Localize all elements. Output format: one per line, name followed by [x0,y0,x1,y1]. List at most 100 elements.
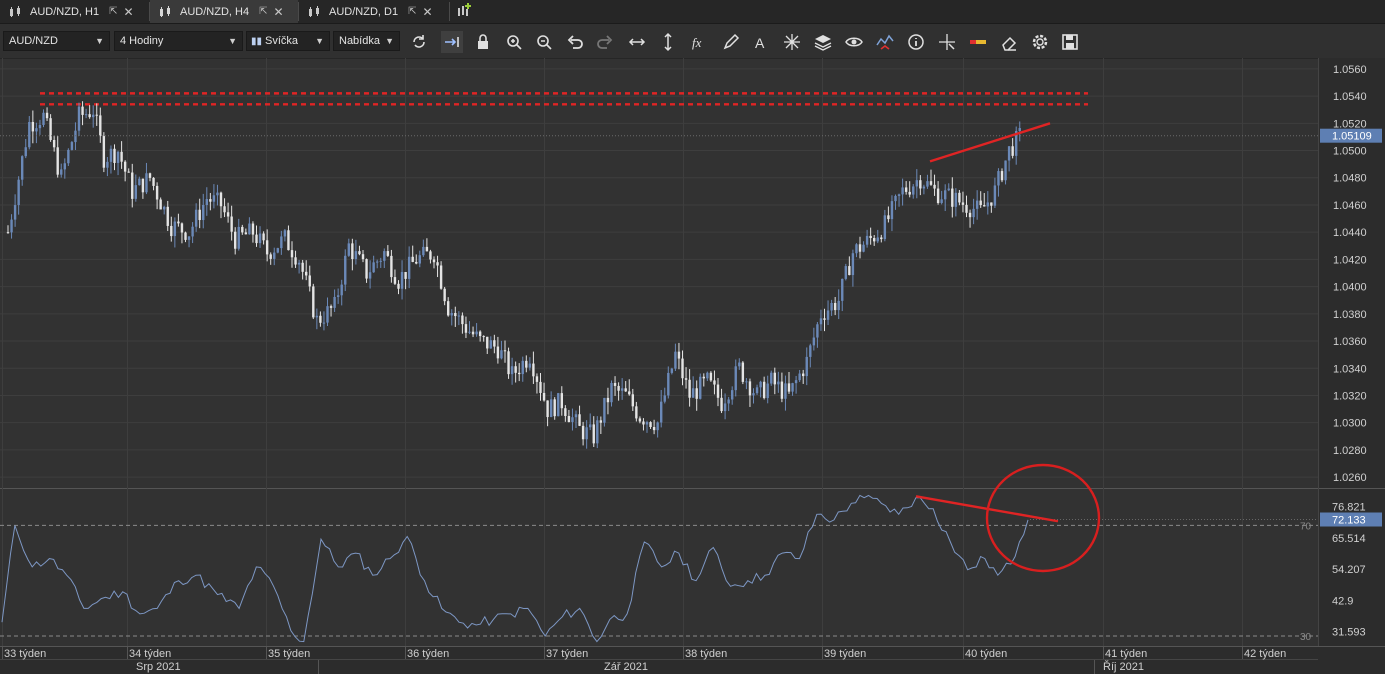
candle-body [415,261,418,264]
close-icon[interactable]: ✕ [273,5,283,19]
candle-body [109,148,113,162]
candle-body [1011,146,1014,156]
candle-body [716,384,720,398]
candle-body [880,237,883,240]
refresh-icon[interactable] [408,31,430,53]
popout-icon[interactable]: ⇱ [408,6,416,17]
candle-body [425,246,429,252]
price-type-select[interactable]: Nabídka ▼ [333,31,400,51]
undo-icon[interactable] [564,31,586,53]
chart-type-select[interactable]: ▮▮ Svíčka ▼ [246,31,330,51]
candle-body [443,288,446,302]
candle-body [979,200,982,206]
candle-body [24,147,27,157]
candle-body [17,179,20,206]
save-icon[interactable] [1059,31,1081,53]
candle-body [74,130,77,143]
candle-body [358,251,361,255]
candle-body [312,286,315,318]
lock-icon[interactable] [472,31,494,53]
candle-body [194,209,198,227]
redo-icon[interactable] [594,31,616,53]
zoom-in-icon[interactable] [503,31,525,53]
candle-body [56,147,59,175]
candle-body [791,383,794,392]
pencil-icon[interactable] [720,31,742,53]
eye-icon[interactable] [843,31,865,53]
week-label: 42 týden [1244,648,1286,660]
candle-body [532,363,535,377]
candle-body [290,250,294,258]
text-icon[interactable]: A [750,31,772,53]
layers-icon[interactable] [812,31,834,53]
tab-aud-nzd-h4[interactable]: AUD/NZD, H4 ⇱ ✕ [150,0,298,23]
horizontal-arrows-icon[interactable] [626,31,648,53]
zoom-out-icon[interactable] [533,31,555,53]
candle-body [525,360,528,368]
candle-body [63,163,66,170]
chart-area[interactable]: 70 30 1.0560 1.0540 1.0520 1.0500 1.0480 1.046… [0,58,1385,674]
candle-body [759,381,762,388]
candle-body [411,256,414,262]
candle-body [173,221,177,237]
candle-body [1004,160,1007,181]
candle-body [727,399,730,404]
crosshair-icon[interactable] [781,31,803,53]
candle-body [862,244,865,252]
candle-body [649,422,652,427]
resistance-zone [40,92,1088,106]
timeframe-select[interactable]: 4 Hodiny ▼ [114,31,243,51]
candle-body [855,244,858,254]
candle-body [379,260,382,262]
price-tick-label: 1.0320 [1333,390,1367,402]
candle-body [915,180,918,187]
candle-body [226,212,230,217]
symbol-value: AUD/NZD [9,35,58,47]
candle-body [340,284,343,296]
candle-body [141,178,145,193]
auto-scroll-icon[interactable] [441,31,463,53]
candle-body [574,414,578,418]
candle-body [273,252,276,259]
candle-body [518,372,521,375]
compare-icon[interactable] [967,31,989,53]
add-chart-icon[interactable] [454,2,474,21]
candle-body [177,221,180,224]
popout-icon[interactable]: ⇱ [109,6,117,17]
candle-body [635,406,638,419]
candle-body [219,192,223,207]
candle-body [354,251,358,260]
candle-body [802,373,805,377]
function-icon[interactable]: fx [688,31,710,53]
tab-aud-nzd-d1[interactable]: AUD/NZD, D1 ⇱ ✕ [299,0,449,23]
candle-body [138,178,141,186]
eraser-icon[interactable] [998,31,1020,53]
alert-icon[interactable] [874,31,896,53]
candle-body [283,230,287,237]
candle-body [116,151,120,163]
popout-icon[interactable]: ⇱ [259,6,267,17]
candle-body [482,336,485,338]
candle-body [972,208,975,218]
close-icon[interactable]: ✕ [422,5,432,19]
month-label: Srp 2021 [136,661,181,673]
candle-body [514,366,517,373]
info-icon[interactable] [905,31,927,53]
settings-icon[interactable] [1029,31,1051,53]
candle-body [152,177,155,186]
symbol-select[interactable]: AUD/NZD ▼ [3,31,110,51]
price-tick-label: 1.0340 [1333,363,1367,375]
candle-body [794,380,798,384]
price-tick-label: 1.0500 [1333,146,1367,158]
candle-body [549,399,553,418]
candle-body [975,200,979,209]
cursor-icon[interactable] [936,31,958,53]
rsi-tick-label: 31.593 [1332,627,1366,639]
candle-body [127,171,130,173]
candle-body [858,244,862,252]
close-icon[interactable]: ✕ [123,5,133,19]
candle-body [28,122,31,148]
tab-aud-nzd-h1[interactable]: AUD/NZD, H1 ⇱ ✕ [0,0,149,23]
vertical-arrows-icon[interactable] [657,31,679,53]
candle-body [329,306,333,308]
